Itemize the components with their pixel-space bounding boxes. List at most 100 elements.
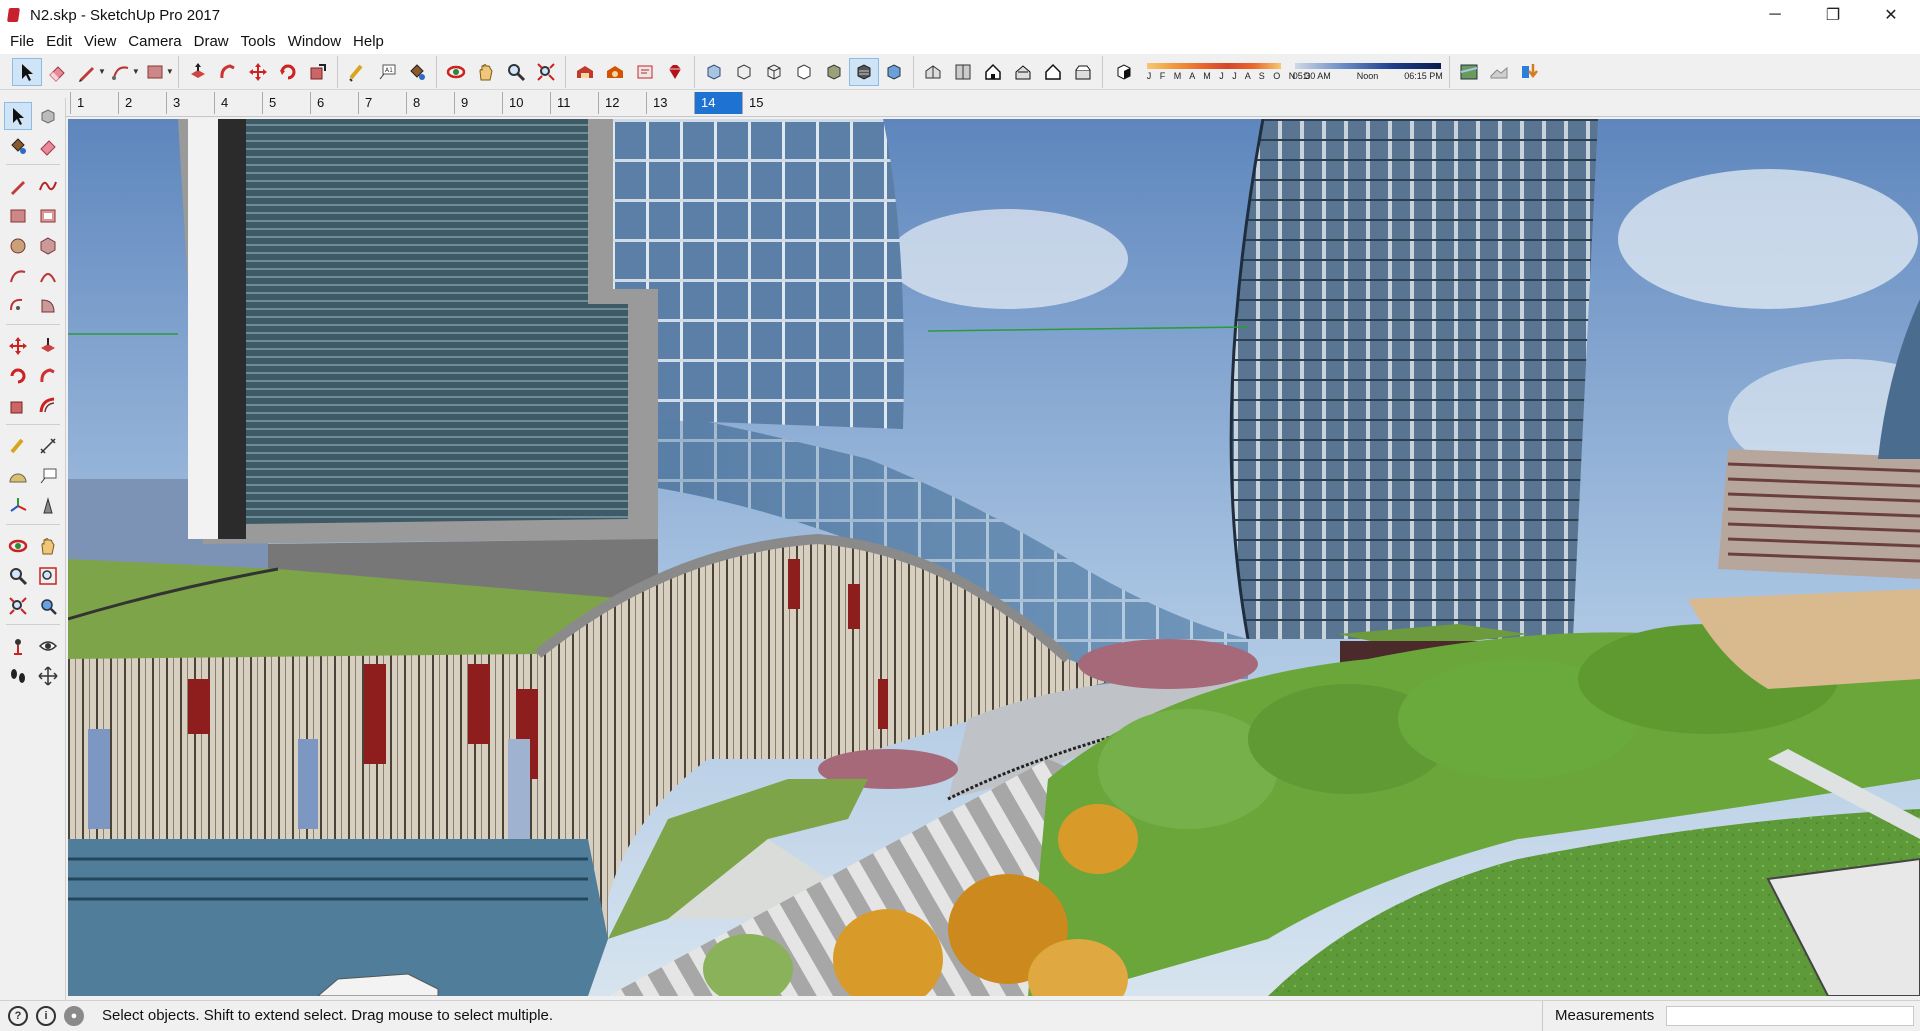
back-view-button[interactable] <box>1038 58 1068 86</box>
shaded-textures-style-button[interactable] <box>848 57 879 86</box>
iso-view-button[interactable] <box>918 58 948 86</box>
lt-arc-button[interactable] <box>4 262 32 290</box>
lt-pie-button[interactable] <box>34 292 62 320</box>
menu-tools[interactable]: Tools <box>235 31 282 53</box>
shadows-toggle-button[interactable] <box>1109 58 1139 86</box>
lt-make-component-button[interactable] <box>34 102 62 130</box>
restore-button[interactable]: ❐ <box>1804 0 1862 30</box>
scale-tool-button[interactable] <box>303 58 333 86</box>
scene-tab-12[interactable]: 12 <box>598 92 646 114</box>
hidden-line-style-button[interactable] <box>789 58 819 86</box>
lt-walk-button[interactable] <box>4 662 32 690</box>
model-viewport[interactable] <box>68 119 1920 996</box>
lt-look-around-button[interactable] <box>34 632 62 660</box>
zoom-extents-tool-button[interactable] <box>531 58 561 86</box>
lt-offset-button[interactable] <box>34 392 62 420</box>
send-to-layout-button[interactable] <box>630 58 660 86</box>
pan-tool-button[interactable] <box>471 58 501 86</box>
lt-text-button[interactable] <box>34 462 62 490</box>
lt-move-button[interactable] <box>4 332 32 360</box>
scene-tab-11[interactable]: 11 <box>550 92 598 114</box>
text-tool-button[interactable]: A1 <box>372 58 402 86</box>
tape-measure-tool-button[interactable] <box>342 58 372 86</box>
lt-dimension-button[interactable] <box>34 432 62 460</box>
lt-3point-arc-button[interactable] <box>4 292 32 320</box>
lt-line-button[interactable] <box>4 172 32 200</box>
toggle-terrain-button[interactable] <box>1484 58 1514 86</box>
scene-tab-5[interactable]: 5 <box>262 92 310 114</box>
lt-select-button[interactable] <box>4 102 32 130</box>
scene-tab-1[interactable]: 1 <box>70 92 118 114</box>
scene-tab-7[interactable]: 7 <box>358 92 406 114</box>
scene-tab-9[interactable]: 9 <box>454 92 502 114</box>
back-edges-style-button[interactable] <box>729 58 759 86</box>
eraser-tool-button[interactable] <box>42 58 72 86</box>
rotate-tool-button[interactable] <box>273 58 303 86</box>
model-render[interactable] <box>68 119 1920 996</box>
extension-warehouse-button[interactable] <box>600 58 630 86</box>
menu-camera[interactable]: Camera <box>122 31 187 53</box>
measurements-input[interactable] <box>1666 1006 1914 1026</box>
left-view-button[interactable] <box>1068 58 1098 86</box>
scene-tab-8[interactable]: 8 <box>406 92 454 114</box>
add-location-button[interactable] <box>1454 58 1484 86</box>
user-account-icon[interactable]: ● <box>64 1005 84 1026</box>
line-tool-button[interactable] <box>72 58 102 86</box>
lt-3d-text-button[interactable] <box>34 492 62 520</box>
lt-rotate-button[interactable] <box>4 362 32 390</box>
lt-zoom-window-button[interactable] <box>34 562 62 590</box>
push-pull-tool-button[interactable] <box>183 58 213 86</box>
lt-axes-button[interactable] <box>4 492 32 520</box>
scene-tab-2[interactable]: 2 <box>118 92 166 114</box>
lt-2point-arc-button[interactable] <box>34 262 62 290</box>
import-model-button[interactable] <box>1514 58 1544 86</box>
lt-push-pull-button[interactable] <box>34 332 62 360</box>
lt-protractor-button[interactable] <box>4 462 32 490</box>
lt-orbit-button[interactable] <box>4 532 32 560</box>
ruby-console-button[interactable] <box>660 58 690 86</box>
scene-tab-13[interactable]: 13 <box>646 92 694 114</box>
shadow-time-slider[interactable]: 05:30 AM Noon 06:15 PM <box>1293 59 1443 85</box>
wireframe-style-button[interactable] <box>759 58 789 86</box>
scene-tab-3[interactable]: 3 <box>166 92 214 114</box>
front-view-button[interactable] <box>978 58 1008 86</box>
lt-previous-view-button[interactable] <box>34 592 62 620</box>
scene-tab-4[interactable]: 4 <box>214 92 262 114</box>
lt-section-plane-button[interactable] <box>34 662 62 690</box>
shadow-month-slider[interactable]: J F M A M J J A S O N D <box>1145 59 1310 85</box>
minimize-button[interactable]: ─ <box>1746 0 1804 30</box>
top-view-button[interactable] <box>948 58 978 86</box>
scene-tab-10[interactable]: 10 <box>502 92 550 114</box>
menu-view[interactable]: View <box>78 31 122 53</box>
menu-draw[interactable]: Draw <box>188 31 235 53</box>
zoom-tool-button[interactable] <box>501 58 531 86</box>
menu-window[interactable]: Window <box>282 31 347 53</box>
lt-pan-button[interactable] <box>34 532 62 560</box>
lt-freehand-button[interactable] <box>34 172 62 200</box>
lt-zoom-extents-button[interactable] <box>4 592 32 620</box>
xray-style-button[interactable] <box>699 58 729 86</box>
paint-bucket-tool-button[interactable] <box>402 58 432 86</box>
scene-tab-14[interactable]: 14 <box>694 92 742 114</box>
lt-scale-button[interactable] <box>4 392 32 420</box>
follow-me-tool-button[interactable] <box>213 58 243 86</box>
orbit-tool-button[interactable] <box>441 58 471 86</box>
lt-rectangle-button[interactable] <box>4 202 32 230</box>
shape-tool-button[interactable] <box>140 58 170 86</box>
move-tool-button[interactable] <box>243 58 273 86</box>
arc-tool-button[interactable] <box>106 58 136 86</box>
menu-help[interactable]: Help <box>347 31 390 53</box>
lt-paint-bucket-button[interactable] <box>4 132 32 160</box>
lt-rotated-rectangle-button[interactable] <box>34 202 62 230</box>
shaded-style-button[interactable] <box>819 58 849 86</box>
geo-location-icon[interactable]: ? <box>8 1005 28 1026</box>
select-tool-button[interactable] <box>12 57 42 86</box>
close-button[interactable]: ✕ <box>1862 0 1920 30</box>
lt-eraser-button[interactable] <box>34 132 62 160</box>
menu-edit[interactable]: Edit <box>40 31 78 53</box>
lt-zoom-button[interactable] <box>4 562 32 590</box>
lt-position-camera-button[interactable] <box>4 632 32 660</box>
lt-follow-me-button[interactable] <box>34 362 62 390</box>
right-view-button[interactable] <box>1008 58 1038 86</box>
lt-tape-measure-button[interactable] <box>4 432 32 460</box>
